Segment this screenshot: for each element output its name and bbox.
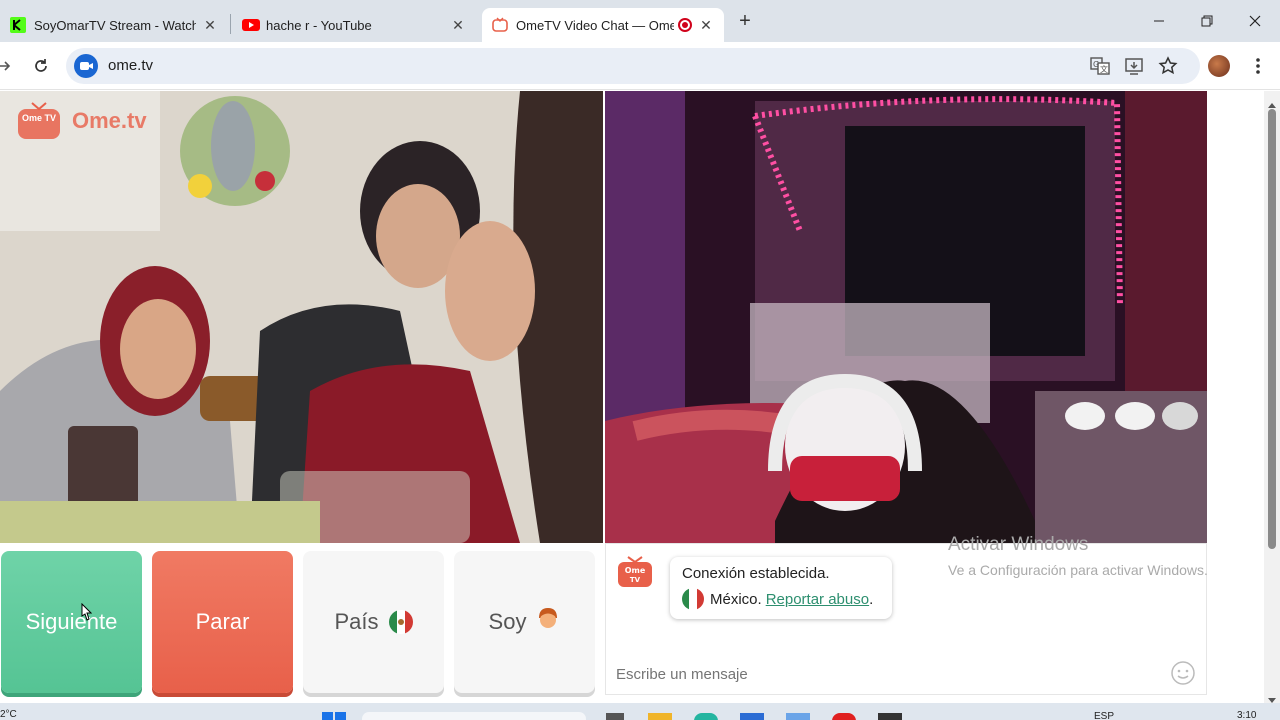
boy-avatar-icon [536, 606, 560, 638]
chrome-icon[interactable] [878, 713, 902, 720]
local-video: Ome TV Ome.tv [0, 91, 603, 543]
tab-ometv[interactable]: OmeTV Video Chat — Ome ✕ [482, 8, 724, 42]
ometv-icon [492, 17, 508, 33]
close-window-button[interactable] [1232, 6, 1278, 36]
restore-button[interactable] [1184, 6, 1230, 36]
mexico-flag-icon [682, 588, 704, 610]
edge-icon[interactable] [694, 713, 718, 720]
gender-button[interactable]: Soy [454, 551, 595, 693]
logo-badge-text: Ome TV [21, 113, 56, 123]
site-info-icon[interactable] [74, 54, 98, 78]
minimize-button[interactable] [1136, 6, 1182, 36]
message-input[interactable] [616, 666, 1116, 683]
recorder-app-icon[interactable] [832, 713, 856, 720]
tab-kick-stream[interactable]: SoyOmarTV Stream - Watch Liv ✕ [0, 8, 228, 42]
kick-icon [10, 17, 26, 33]
watermark-subtitle: Ve a Configuración para activar Windows. [948, 562, 1208, 578]
task-view-icon[interactable] [606, 713, 624, 720]
country-button-label: País [334, 609, 379, 634]
tab-title: SoyOmarTV Stream - Watch Liv [34, 17, 196, 33]
ometv-logo[interactable]: Ome TV Ome.tv [16, 101, 147, 141]
tab-youtube[interactable]: hache r - YouTube ✕ [232, 8, 476, 42]
connection-status-text: Conexión establecida. [682, 565, 830, 582]
close-tab-icon[interactable]: ✕ [450, 17, 466, 33]
scrollbar-thumb[interactable] [1268, 109, 1276, 549]
install-app-icon[interactable] [1122, 54, 1146, 78]
country-filter-button[interactable]: País [303, 551, 444, 693]
address-bar[interactable]: ome.tv [66, 48, 1200, 84]
minimize-icon [1154, 20, 1164, 22]
translate-icon[interactable]: G文 [1088, 54, 1112, 78]
store-icon[interactable] [740, 713, 764, 720]
gender-button-label: Soy [488, 609, 527, 634]
ometv-chat-avatar-icon: Ome TV [616, 555, 654, 594]
bookmark-star-icon[interactable] [1156, 54, 1180, 78]
svg-text:文: 文 [1100, 64, 1108, 74]
youtube-icon [242, 17, 260, 33]
stop-button[interactable]: Parar [152, 551, 293, 693]
stop-button-label: Parar [195, 609, 250, 634]
watermark-title: Activar Windows [948, 534, 1089, 555]
forward-button[interactable] [0, 54, 16, 78]
windows-start-icon[interactable] [322, 710, 346, 720]
tab-strip: SoyOmarTV Stream - Watch Liv ✕ hache r -… [0, 0, 1280, 42]
recording-icon [678, 18, 692, 32]
new-tab-button[interactable]: + [734, 10, 756, 32]
close-icon [1249, 15, 1261, 27]
clock-time[interactable]: 3:10 [1237, 710, 1256, 720]
svg-text:Ome: Ome [625, 566, 646, 575]
language-indicator[interactable]: ESP [1094, 711, 1114, 720]
tab-title: OmeTV Video Chat — Ome [516, 17, 674, 33]
system-message-bubble: Conexión establecida. México. Reportar a… [670, 557, 892, 619]
close-tab-icon[interactable]: ✕ [202, 17, 218, 33]
report-abuse-link[interactable]: Reportar abuso [766, 591, 869, 608]
partner-country-line: México. Reportar abuso. [682, 588, 880, 610]
partner-country-text: México. [710, 590, 762, 608]
remote-video-scene [605, 91, 1207, 543]
browser-toolbar: ome.tv G文 [0, 42, 1280, 90]
reload-icon [35, 59, 47, 72]
file-explorer-icon[interactable] [648, 713, 672, 720]
svg-text:TV: TV [630, 576, 641, 584]
logo-text: Ome.tv [72, 108, 147, 133]
page-scrollbar[interactable] [1264, 91, 1280, 703]
mexico-flag-icon [388, 610, 413, 634]
taskbar-search-box[interactable] [362, 712, 586, 720]
reload-button[interactable] [29, 54, 53, 78]
menu-kebab-icon[interactable] [1246, 54, 1270, 78]
remote-video [605, 91, 1207, 543]
svg-text:G: G [1093, 60, 1099, 69]
restore-icon [1201, 15, 1213, 27]
next-button[interactable]: Siguiente [1, 551, 142, 693]
next-button-label: Siguiente [25, 609, 118, 634]
mouse-cursor-icon [78, 602, 93, 628]
ometv-logo-icon: Ome TV [16, 101, 62, 141]
weather-text[interactable]: 2°C [0, 709, 17, 720]
tab-title: hache r - YouTube [266, 17, 372, 33]
windows-activation-watermark: Activar Windows Ve a Configuración para … [948, 534, 1208, 578]
page-viewport: Ome TV Ome.tv Siguiente Parar País Soy O… [0, 91, 1264, 703]
close-tab-icon[interactable]: ✕ [698, 17, 714, 33]
windows-taskbar: 2°C ESP 3:10 [0, 703, 1280, 720]
arrow-right-icon [0, 61, 11, 71]
local-video-scene [0, 91, 603, 543]
app-icon[interactable] [786, 713, 810, 720]
report-suffix: . [869, 590, 874, 608]
emoji-icon[interactable] [1170, 660, 1196, 691]
url-text[interactable]: ome.tv [108, 57, 153, 74]
tab-separator [230, 14, 231, 34]
profile-avatar[interactable] [1207, 54, 1231, 78]
